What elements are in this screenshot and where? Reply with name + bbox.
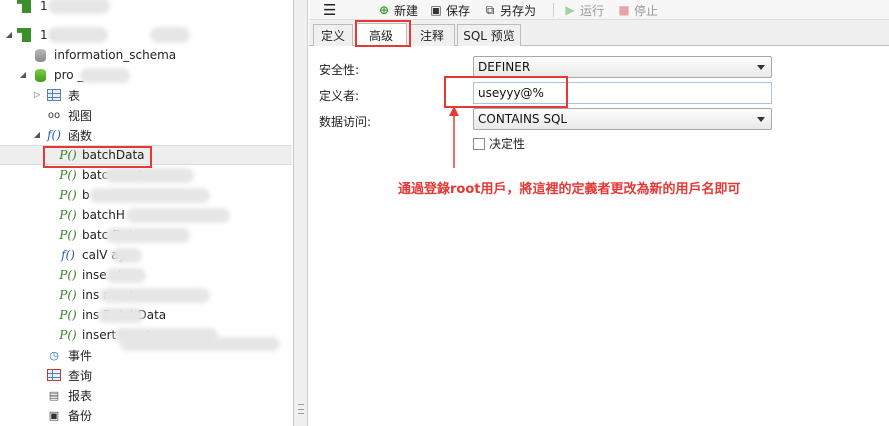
tree-item-label: information_schema [54, 48, 177, 62]
tree-row-connection-1[interactable]: 1 [0, 0, 292, 16]
tree-item-procedure[interactable]: P() insert ment [0, 325, 292, 351]
new-button[interactable]: ⊕ 新建 [377, 1, 418, 19]
navigation-tree[interactable]: 1 ◢ 1 st w information_schema ◢ pro _ w … [0, 0, 294, 426]
chevron-down-icon [757, 117, 765, 122]
save-icon: ▣ [430, 3, 442, 17]
backup-icon: ▣ [48, 408, 60, 422]
tree-item-label: 视图 [68, 108, 93, 123]
tree-item-label: batchH [82, 208, 125, 222]
run-button[interactable]: ▶ 运行 [563, 1, 604, 19]
tree-item-reports[interactable]: ▤ 报表 [0, 385, 292, 405]
tree-item-procedure[interactable]: P() batc ment [0, 165, 292, 185]
save-as-icon: ⧉ [485, 2, 495, 17]
function-icon: f() [61, 248, 75, 262]
pane-splitter[interactable] [294, 0, 308, 426]
toolbar: ☰ ⊕ 新建 ▣ 保存 ⧉ 另存为 ▶ 运行 ■ 停止 [309, 0, 889, 20]
connection-icon [16, 27, 32, 43]
expand-arrow-icon[interactable]: ◢ [4, 30, 14, 40]
checkbox-box[interactable] [473, 137, 485, 150]
function-icon: f() [47, 128, 61, 142]
security-label: 安全性: [319, 63, 360, 77]
tree-item-procedure[interactable]: P() batc Data [0, 225, 292, 245]
procedure-icon: P() [59, 268, 77, 282]
definer-label: 定义者: [319, 89, 360, 103]
clock-icon: ◷ [49, 348, 59, 362]
grip-icon [298, 404, 304, 414]
tree-item-tables[interactable]: ▷ 表 [0, 85, 292, 105]
highlight-box-definer [444, 76, 568, 108]
advanced-form: 安全性: DEFINER 定义者: useyyy@% 数据访问: CONTAIN… [309, 47, 889, 426]
tree-item-events[interactable]: ◷ 事件 [0, 345, 292, 365]
deterministic-checkbox[interactable]: 决定性 [473, 135, 525, 152]
stop-icon: ■ [618, 3, 630, 17]
procedure-icon: P() [59, 208, 77, 222]
tree-item-procedure[interactable]: P() ins BatchData [0, 305, 292, 325]
expand-arrow-icon[interactable]: ◢ [32, 130, 42, 140]
data-access-label: 数据访问: [319, 115, 372, 129]
collapse-arrow-icon[interactable]: ▷ [32, 90, 42, 100]
report-icon: ▤ [48, 388, 60, 402]
tree-item-procedure[interactable]: P() batchH [0, 205, 292, 225]
procedure-icon: P() [59, 228, 77, 242]
tree-row-connection-2[interactable]: ◢ 1 st w [0, 25, 292, 45]
procedure-icon: P() [59, 288, 77, 302]
procedure-icon: P() [59, 188, 77, 202]
annotation-note: 通過登錄root用戶，將這裡的定義者更改為新的用戶名即可 [398, 182, 741, 197]
tab-sql-preview[interactable]: SQL 预览 [457, 24, 521, 46]
play-icon: ▶ [565, 3, 575, 17]
tree-item-label: 1 [40, 0, 48, 13]
add-icon: ⊕ [378, 3, 390, 17]
tree-item-procedure[interactable]: P() ins ment [0, 285, 292, 305]
data-access-select[interactable]: CONTAINS SQL [473, 108, 772, 130]
query-icon [46, 367, 62, 383]
save-as-button[interactable]: ⧉ 另存为 [483, 1, 536, 19]
glasses-icon: oo [47, 109, 61, 121]
highlight-box-batchdata [43, 146, 152, 168]
security-select[interactable]: DEFINER [473, 56, 772, 78]
chevron-down-icon [757, 65, 765, 70]
tree-item-label: 函数 [68, 128, 93, 143]
tree-item-label: 事件 [68, 348, 93, 363]
tree-item-information-schema[interactable]: information_schema [0, 45, 292, 65]
tree-item-procedure[interactable]: P() inse ata [0, 265, 292, 285]
tree-item-procedure[interactable]: P() b [0, 185, 292, 205]
database-icon [32, 67, 48, 83]
tree-item-function[interactable]: f() calV ay [0, 245, 292, 265]
procedure-icon: P() [59, 328, 77, 342]
save-button[interactable]: ▣ 保存 [429, 1, 470, 19]
stop-button[interactable]: ■ 停止 [617, 1, 658, 19]
database-icon [32, 47, 48, 63]
tree-item-database[interactable]: ◢ pro _ w [0, 65, 292, 85]
tree-item-functions[interactable]: ◢ f() 函数 [0, 125, 292, 145]
expand-arrow-icon[interactable]: ◢ [18, 70, 28, 80]
tree-item-label: b [82, 188, 90, 202]
annotation-arrow-icon [449, 106, 459, 168]
tree-item-backups[interactable]: ▣ 备份 [0, 405, 292, 425]
tree-item-label: 备份 [68, 408, 93, 423]
hamburger-icon[interactable]: ☰ [323, 1, 336, 19]
tree-item-views[interactable]: oo 视图 [0, 105, 292, 125]
tree-item-label: 查询 [68, 368, 93, 383]
highlight-box-advanced-tab [355, 20, 411, 47]
procedure-icon: P() [59, 168, 77, 182]
connection-icon [16, 0, 32, 14]
tab-comment[interactable]: 注释 [409, 24, 455, 46]
table-icon [46, 87, 62, 103]
tree-item-queries[interactable]: 查询 [0, 365, 292, 385]
tree-item-label: 表 [68, 88, 81, 103]
tab-definition[interactable]: 定义 [313, 24, 353, 46]
tree-item-label: 报表 [68, 388, 93, 403]
procedure-icon: P() [59, 308, 77, 322]
